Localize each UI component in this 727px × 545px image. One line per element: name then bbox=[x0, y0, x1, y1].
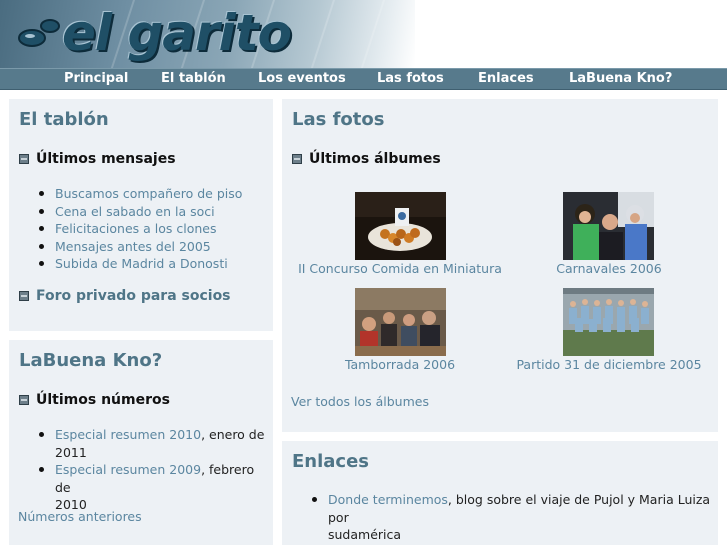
message-link[interactable]: Cena el sabado en la soci bbox=[55, 204, 215, 219]
message-link[interactable]: Felicitaciones a los clones bbox=[55, 221, 217, 236]
album-caption-link[interactable]: Tamborrada 2006 bbox=[282, 357, 518, 372]
foro-link-row: Foro privado para socios bbox=[19, 288, 231, 304]
nav-eventos[interactable]: Los eventos bbox=[258, 71, 346, 86]
issue-link[interactable]: Especial resumen 2009 bbox=[55, 462, 201, 477]
enlaces-list: Donde terminemos, blog sobre el viaje de… bbox=[312, 491, 712, 544]
tablon-panel: El tablón Últimos mensajes Buscamos comp… bbox=[9, 99, 273, 331]
section-bullet-icon bbox=[19, 154, 29, 164]
album-caption-link[interactable]: Carnavales 2006 bbox=[491, 261, 727, 276]
fotos-section-title: Últimos álbumes bbox=[292, 151, 441, 167]
list-item: Felicitaciones a los clones bbox=[39, 220, 242, 238]
message-link[interactable]: Mensajes antes del 2005 bbox=[55, 239, 211, 254]
album-thumbnail[interactable] bbox=[355, 288, 446, 356]
tablon-section-title: Últimos mensajes bbox=[19, 151, 176, 167]
enlaces-title: Enlaces bbox=[292, 451, 370, 472]
list-item: Especial resumen 2009, febrero de 2010 bbox=[39, 461, 269, 514]
nav-tablon[interactable]: El tablón bbox=[161, 71, 226, 86]
list-item: Mensajes antes del 2005 bbox=[39, 238, 242, 256]
fotos-panel: Las fotos Últimos álbumes II Concurso Co… bbox=[282, 99, 718, 432]
tablon-title: El tablón bbox=[19, 109, 109, 130]
logo-icon bbox=[18, 19, 60, 47]
album-caption-link[interactable]: Partido 31 de diciembre 2005 bbox=[491, 357, 727, 372]
section-bullet-icon bbox=[292, 154, 302, 164]
tablon-message-list: Buscamos compañero de piso Cena el sabad… bbox=[39, 185, 242, 273]
list-item: Cena el sabado en la soci bbox=[39, 203, 242, 221]
album-thumbnail[interactable] bbox=[563, 288, 654, 356]
labuena-title: LaBuena Kno? bbox=[19, 350, 163, 371]
nav-enlaces[interactable]: Enlaces bbox=[478, 71, 534, 86]
logo-text: el garito bbox=[62, 4, 292, 62]
list-item: Subida de Madrid a Donosti bbox=[39, 255, 242, 273]
ver-todos-albumes-link[interactable]: Ver todos los álbumes bbox=[291, 394, 429, 409]
main-nav: Principal El tablón Los eventos Las foto… bbox=[0, 68, 727, 90]
list-item: Especial resumen 2010, enero de 2011 bbox=[39, 426, 269, 461]
site-header: el garito bbox=[0, 0, 727, 68]
labuena-panel: LaBuena Kno? Últimos números Especial re… bbox=[9, 340, 273, 545]
nav-labuena[interactable]: LaBuena Kno? bbox=[569, 71, 672, 86]
section-bullet-icon bbox=[19, 395, 29, 405]
album-thumbnail[interactable] bbox=[563, 192, 654, 260]
message-link[interactable]: Buscamos compañero de piso bbox=[55, 186, 242, 201]
message-link[interactable]: Subida de Madrid a Donosti bbox=[55, 256, 228, 271]
logo-banner[interactable]: el garito bbox=[0, 0, 415, 68]
labuena-section-title: Últimos números bbox=[19, 392, 170, 408]
issue-link[interactable]: Especial resumen 2010 bbox=[55, 427, 201, 442]
numeros-anteriores-link[interactable]: Números anteriores bbox=[18, 509, 142, 524]
section-bullet-icon bbox=[19, 291, 29, 301]
enlaces-panel: Enlaces Donde terminemos, blog sobre el … bbox=[282, 441, 718, 545]
album-thumbnail[interactable] bbox=[355, 192, 446, 260]
list-item: Donde terminemos, blog sobre el viaje de… bbox=[312, 491, 712, 544]
labuena-issue-list: Especial resumen 2010, enero de 2011 Espe… bbox=[39, 426, 269, 514]
list-item: Buscamos compañero de piso bbox=[39, 185, 242, 203]
album-caption-link[interactable]: II Concurso Comida en Miniatura bbox=[282, 261, 518, 276]
nav-fotos[interactable]: Las fotos bbox=[377, 71, 444, 86]
foro-privado-link[interactable]: Foro privado para socios bbox=[36, 288, 231, 304]
enlace-link[interactable]: Donde terminemos bbox=[328, 492, 448, 507]
nav-principal[interactable]: Principal bbox=[64, 71, 128, 86]
fotos-title: Las fotos bbox=[292, 109, 385, 130]
